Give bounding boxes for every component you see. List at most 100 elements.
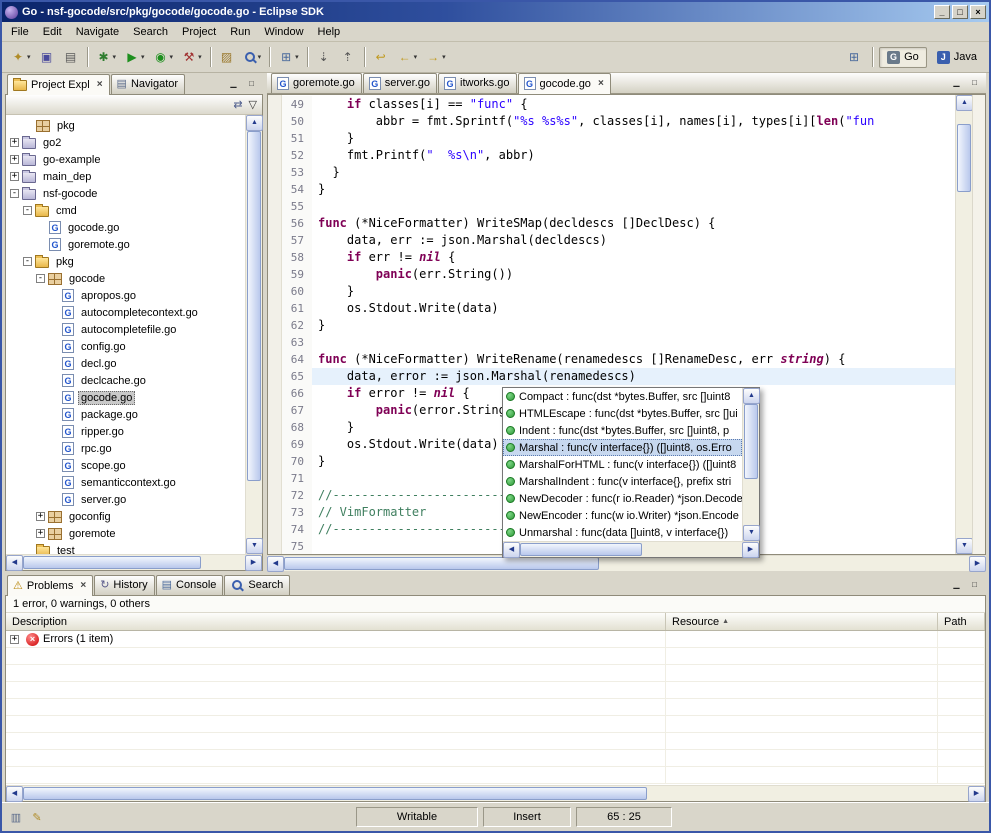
explorer-scrollbar-track[interactable] [246,131,262,538]
scroll-right-icon[interactable]: ▶ [968,786,985,802]
menu-search[interactable]: Search [126,23,175,41]
code-line[interactable]: 58 if err != nil { [282,249,955,266]
autocomplete-hscrollbar[interactable]: ◀▶ [503,541,759,557]
minimize-button[interactable]: _ [934,5,950,19]
explorer-hscrollbar[interactable]: ◀▶ [6,554,262,570]
completion-newencoder[interactable]: NewEncoder : func(w io.Writer) *json.Enc… [503,507,742,524]
view-menu-button[interactable]: ▽ [249,98,257,112]
tree-item-autocompletecontext-go[interactable]: Gautocompletecontext.go [6,304,245,321]
column-header-resource[interactable]: Resource▲ [666,613,938,630]
external-tools-button[interactable]: ⚒▾ [177,46,206,68]
link-with-editor-button[interactable]: ⇄ [233,98,242,112]
tree-item-goremote-go[interactable]: Ggoremote.go [6,236,245,253]
perspective-go-button[interactable]: GGo [879,47,927,68]
perspective-java-button[interactable]: JJava [929,47,985,68]
tree-item-nsf-gocode[interactable]: -nsf-gocode [6,185,245,202]
forward-button[interactable]: →▾ [421,46,450,68]
menu-window[interactable]: Window [257,23,310,41]
problems-minimize-button[interactable]: ▁ [949,578,964,591]
editor-tab-gocode-go[interactable]: Ggocode.go× [518,73,611,94]
explorer-hscrollbar-thumb[interactable] [23,556,201,569]
tree-item-gocode-go[interactable]: Ggocode.go [6,219,245,236]
expand-icon[interactable]: + [36,529,45,538]
tree-item-server-go[interactable]: Gserver.go [6,491,245,508]
previous-annotation-button[interactable]: ⇡ [336,46,360,68]
editor-tab-server-go[interactable]: Gserver.go [363,73,437,93]
expand-icon[interactable]: + [36,512,45,521]
run-last-button[interactable]: ◉▾ [149,46,178,68]
explorer-hscrollbar-track[interactable] [23,555,245,570]
autocomplete-scrollbar[interactable]: ▲▼ [742,388,759,541]
forward-dropdown-icon[interactable]: ▾ [442,53,446,61]
completion-marshal[interactable]: Marshal : func(v interface{}) ([]uint8, … [503,439,742,456]
tree-item-decl-go[interactable]: Gdecl.go [6,355,245,372]
scroll-up-icon[interactable]: ▲ [743,388,760,404]
problems-hscrollbar-thumb[interactable] [23,787,647,800]
tree-item-autocompletefile-go[interactable]: Gautocompletefile.go [6,321,245,338]
scroll-left-icon[interactable]: ◀ [503,542,520,558]
debug-dropdown-icon[interactable]: ▾ [113,53,117,61]
code-line[interactable]: 64func (*NiceFormatter) WriteRename(rena… [282,351,955,368]
explorer-scrollbar[interactable]: ▲▼ [245,115,262,554]
last-edit-location-button[interactable]: ↩ [369,46,393,68]
completion-indent[interactable]: Indent : func(dst *bytes.Buffer, src []u… [503,422,742,439]
back-button[interactable]: ←▾ [393,46,422,68]
scroll-left-icon[interactable]: ◀ [267,556,284,572]
autocomplete-hscrollbar-track[interactable] [520,542,742,557]
scroll-up-icon[interactable]: ▲ [246,115,263,131]
open-perspective-button[interactable]: ⊞ [842,46,866,68]
column-header-description[interactable]: Description [6,613,666,630]
code-line[interactable]: 63 [282,334,955,351]
menu-help[interactable]: Help [311,23,348,41]
tree-item-rpc-go[interactable]: Grpc.go [6,440,245,457]
tree-item-cmd[interactable]: -cmd [6,202,245,219]
tree-item-scope-go[interactable]: Gscope.go [6,457,245,474]
scroll-right-icon[interactable]: ▶ [969,556,986,572]
close-button[interactable]: × [970,5,986,19]
scroll-down-icon[interactable]: ▼ [743,525,760,541]
column-header-path[interactable]: Path [938,613,985,630]
code-line[interactable]: 49 if classes[i] == "func" { [282,96,955,113]
close-icon[interactable]: × [598,78,604,89]
tree-item-ripper-go[interactable]: Gripper.go [6,423,245,440]
explorer-tab-project-expl[interactable]: Project Expl× [7,74,110,95]
annotation-ruler[interactable] [268,95,282,554]
code-line[interactable]: 65 data, error := json.Marshal(renamedes… [282,368,955,385]
problems-row[interactable]: +×Errors (1 item) [6,631,985,648]
tree-item-semanticcontext-go[interactable]: Gsemanticcontext.go [6,474,245,491]
collapse-icon[interactable]: - [10,189,19,198]
save-button[interactable]: ▣ [35,46,59,68]
tree-item-package-go[interactable]: Gpackage.go [6,406,245,423]
collapse-icon[interactable]: - [23,257,32,266]
code-line[interactable]: 53 } [282,164,955,181]
fast-view-icon[interactable]: ▥ [7,809,25,826]
expand-icon[interactable]: + [10,138,19,147]
problems-tab-history[interactable]: ↻History [94,575,154,595]
scroll-right-icon[interactable]: ▶ [742,542,759,558]
code-line[interactable]: 56func (*NiceFormatter) WriteSMap(declde… [282,215,955,232]
problems-hscrollbar-track[interactable] [23,786,968,801]
editor-scrollbar-track[interactable] [956,111,972,538]
next-annotation-button[interactable]: ⇣ [312,46,336,68]
code-line[interactable]: 59 panic(err.String()) [282,266,955,283]
expand-icon[interactable]: + [10,172,19,181]
editor-minimize-button[interactable]: ▁ [949,76,964,89]
autocomplete-scrollbar-thumb[interactable] [744,404,758,479]
editor-maximize-button[interactable]: □ [967,76,982,89]
menu-edit[interactable]: Edit [36,23,69,41]
tree-item-pkg[interactable]: pkg [6,117,245,134]
problems-tab-console[interactable]: ▤Console [156,575,224,595]
problems-maximize-button[interactable]: □ [967,578,982,591]
editor-tab-goremote-go[interactable]: Ggoremote.go [271,73,362,93]
completion-htmlescape[interactable]: HTMLEscape : func(dst *bytes.Buffer, src… [503,405,742,422]
expand-icon[interactable]: + [10,635,19,644]
collapse-icon[interactable]: - [36,274,45,283]
code-line[interactable]: 55 [282,198,955,215]
tree-item-config-go[interactable]: Gconfig.go [6,338,245,355]
code-line[interactable]: 50 abbr = fmt.Sprintf("%s %s%s", classes… [282,113,955,130]
completion-marshalforhtml[interactable]: MarshalForHTML : func(v interface{}) ([]… [503,456,742,473]
problems-tab-problems[interactable]: ⚠Problems× [7,575,93,596]
code-line[interactable]: 62} [282,317,955,334]
scroll-right-icon[interactable]: ▶ [245,555,262,571]
quick-edit-icon[interactable]: ✎ [28,809,46,826]
